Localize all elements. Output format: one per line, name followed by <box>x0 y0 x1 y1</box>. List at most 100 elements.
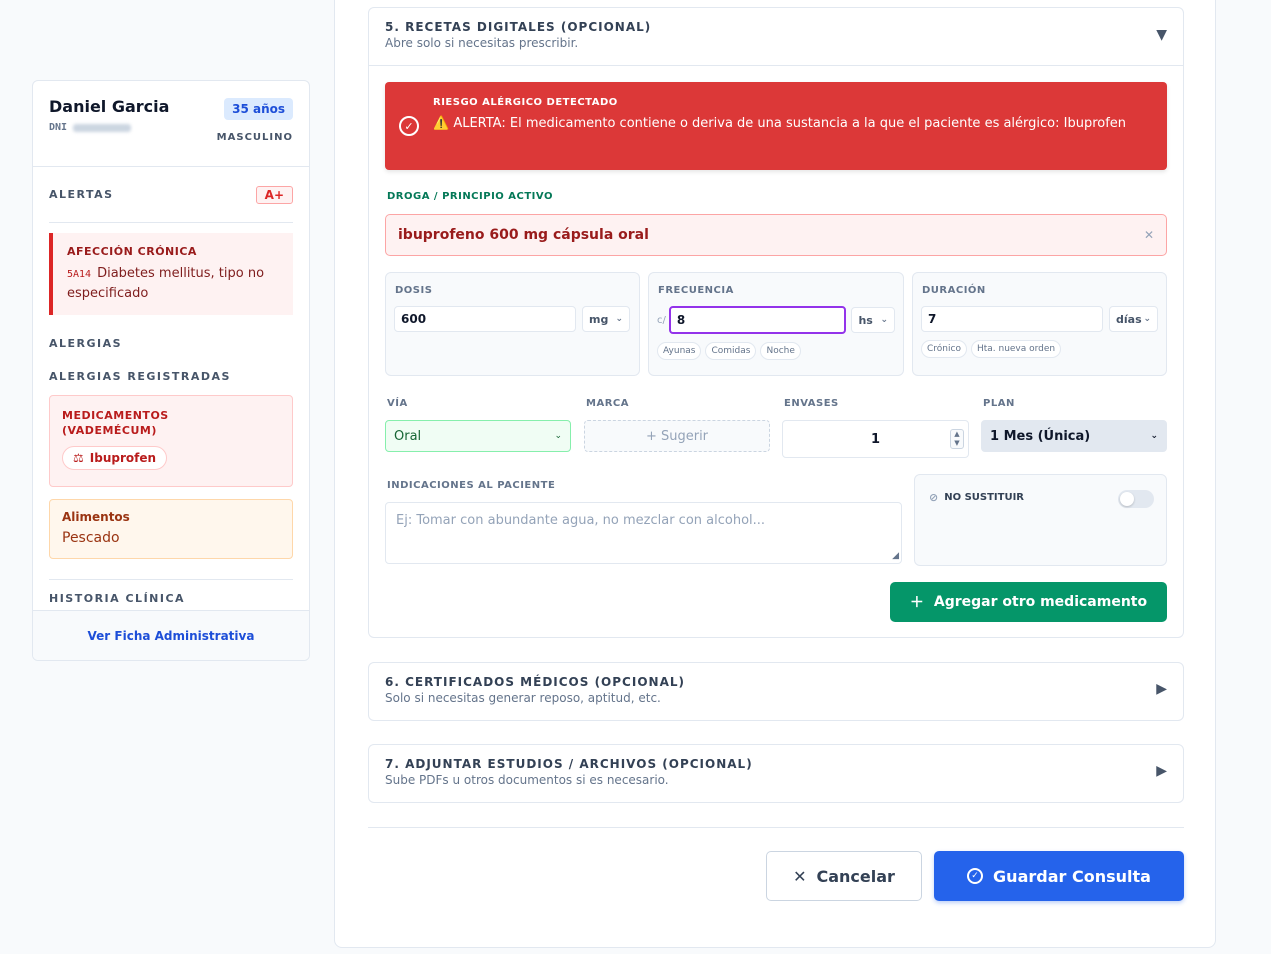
clear-drug-icon[interactable]: ✕ <box>1144 228 1154 242</box>
save-label: Guardar Consulta <box>993 866 1151 886</box>
duration-unit-value: días <box>1116 312 1142 326</box>
prescriptions-section: 5. RECETAS DIGITALES (OPCIONAL) Abre sol… <box>368 7 1184 638</box>
duration-unit-select[interactable]: días ⌄ <box>1109 306 1158 332</box>
collapse-arrow-icon[interactable]: ▼ <box>1156 27 1167 43</box>
patient-sidebar: Daniel Garcia DNI 35 años MASCULINO ALER… <box>32 80 310 661</box>
duration-card: DURACIÓN 7 días ⌄ Crónico Hta. nueva ord… <box>912 272 1167 376</box>
food-allergies-box: Alimentos Pescado <box>49 499 293 559</box>
ban-icon: ⊘ <box>929 491 939 504</box>
certificates-section[interactable]: 6. CERTIFICADOS MÉDICOS (OPCIONAL) Solo … <box>368 662 1184 721</box>
certificates-subtitle: Solo si necesitas generar reposo, aptitu… <box>385 691 661 705</box>
attachments-header[interactable]: 7. ADJUNTAR ESTUDIOS / ARCHIVOS (OPCIONA… <box>369 745 1183 802</box>
chip-ayunas[interactable]: Ayunas <box>657 342 702 360</box>
plan-select[interactable]: 1 Mes (Única) ⌄ <box>981 420 1167 452</box>
stepper-icon[interactable]: ▲ ▼ <box>950 429 964 449</box>
no-substitute-label: NO SUSTITUIR <box>944 492 1024 503</box>
suggest-brand-button[interactable]: + Sugerir <box>584 420 770 452</box>
plus-icon: ＋ <box>909 595 924 611</box>
chevron-down-icon: ⌄ <box>880 315 888 325</box>
sidebar-footer: Ver Ficha Administrativa <box>33 610 309 660</box>
prescriptions-subtitle: Abre solo si necesitas prescribir. <box>385 36 579 50</box>
certificates-header[interactable]: 6. CERTIFICADOS MÉDICOS (OPCIONAL) Solo … <box>369 663 1183 720</box>
clinical-history-title: HISTORIA CLÍNICA <box>49 592 186 605</box>
frequency-unit-select[interactable]: hs ⌄ <box>851 307 895 333</box>
chevron-down-icon: ⌄ <box>1150 431 1158 441</box>
plan-value: 1 Mes (Única) <box>990 428 1091 444</box>
route-label: VÍA <box>387 398 408 409</box>
attachments-title: 7. ADJUNTAR ESTUDIOS / ARCHIVOS (OPCIONA… <box>385 757 753 771</box>
packs-input[interactable]: 1 ▲ ▼ <box>782 420 969 458</box>
dni-label: DNI <box>49 122 68 133</box>
instructions-textarea[interactable]: Ej: Tomar con abundante agua, no mezclar… <box>385 502 902 564</box>
route-value: Oral <box>394 428 422 444</box>
chronic-text: 5A14 Diabetes mellitus, tipo no especific… <box>67 264 279 303</box>
no-substitute-card: ⊘ NO SUSTITUIR <box>914 474 1167 566</box>
chronic-code: 5A14 <box>67 269 92 280</box>
patient-header: Daniel Garcia DNI 35 años MASCULINO <box>33 81 309 167</box>
admin-record-link[interactable]: Ver Ficha Administrativa <box>88 629 255 643</box>
drug-field[interactable]: ibuprofeno 600 mg cápsula oral ✕ <box>385 214 1167 256</box>
alert-message: ⚠️ ALERTA: El medicamento contiene o der… <box>433 116 1127 131</box>
chevron-down-icon: ⌄ <box>615 314 623 324</box>
dose-unit-select[interactable]: mg ⌄ <box>582 306 630 332</box>
dose-card: DOSIS 600 mg ⌄ <box>385 272 640 376</box>
duration-label: DURACIÓN <box>922 285 986 296</box>
alert-title: RIESGO ALÉRGICO DETECTADO <box>433 97 618 108</box>
chronic-description: Diabetes mellitus, tipo no especificado <box>67 266 265 301</box>
consultation-panel: 5. RECETAS DIGITALES (OPCIONAL) Abre sol… <box>334 0 1216 948</box>
certificates-title: 6. CERTIFICADOS MÉDICOS (OPCIONAL) <box>385 675 685 689</box>
drug-value: ibuprofeno 600 mg cápsula oral <box>398 227 649 243</box>
dose-input[interactable]: 600 <box>394 306 576 332</box>
prescriptions-title: 5. RECETAS DIGITALES (OPCIONAL) <box>385 20 652 34</box>
chevron-down-icon: ⌄ <box>1143 314 1151 324</box>
expand-arrow-icon[interactable]: ▶ <box>1156 763 1167 779</box>
patient-sex: MASCULINO <box>216 132 293 143</box>
medication-allergies-box: MEDICAMENTOS (VADEMÉCUM) ⚖ Ibuprofen <box>49 395 293 487</box>
food-allergies-title: Alimentos <box>62 510 130 524</box>
pill-icon: ⚖ <box>73 451 84 465</box>
dose-unit-value: mg <box>589 312 609 326</box>
allergies-title: ALERGIAS <box>49 337 123 350</box>
instructions-label: INDICACIONES AL PACIENTE <box>387 480 556 491</box>
frequency-prefix: c/ <box>657 314 666 326</box>
resize-grip-icon[interactable]: ◢ <box>892 551 899 561</box>
instructions-placeholder: Ej: Tomar con abundante agua, no mezclar… <box>396 513 766 528</box>
chronic-title: AFECCIÓN CRÓNICA <box>67 245 197 258</box>
allergy-pill: ⚖ Ibuprofen <box>62 446 168 470</box>
age-badge: 35 años <box>224 98 293 120</box>
actions-divider <box>368 827 1184 828</box>
allergy-alert-banner: ✓ RIESGO ALÉRGICO DETECTADO ⚠️ ALERTA: E… <box>385 82 1167 170</box>
check-circle-icon: ✓ <box>399 116 419 136</box>
attachments-section[interactable]: 7. ADJUNTAR ESTUDIOS / ARCHIVOS (OPCIONA… <box>368 744 1184 803</box>
prescriptions-body: ✓ RIESGO ALÉRGICO DETECTADO ⚠️ ALERTA: E… <box>369 65 1183 637</box>
alerts-title: ALERTAS <box>49 188 114 201</box>
save-consultation-button[interactable]: ✓ Guardar Consulta <box>934 851 1184 901</box>
registered-allergies-title: ALERGIAS REGISTRADAS <box>49 370 231 383</box>
frequency-chips: Ayunas Comidas Noche <box>657 342 895 360</box>
attachments-subtitle: Sube PDFs u otros documentos si es neces… <box>385 773 669 787</box>
chip-cronico[interactable]: Crónico <box>921 340 967 358</box>
prescriptions-header[interactable]: 5. RECETAS DIGITALES (OPCIONAL) Abre sol… <box>369 8 1183 65</box>
close-icon: ✕ <box>793 866 807 886</box>
frequency-card: FRECUENCIA c/ 8 hs ⌄ Ayunas Comidas Noch… <box>648 272 904 376</box>
cancel-button[interactable]: ✕ Cancelar <box>766 851 922 901</box>
add-medication-button[interactable]: ＋ Agregar otro medicamento <box>890 582 1167 622</box>
food-allergy-value: Pescado <box>62 530 120 546</box>
route-select[interactable]: Oral ⌄ <box>385 420 571 452</box>
drug-label: DROGA / PRINCIPIO ACTIVO <box>387 191 553 202</box>
chip-comidas[interactable]: Comidas <box>705 342 757 360</box>
cancel-label: Cancelar <box>816 866 895 886</box>
blood-type-badge: A+ <box>255 185 293 204</box>
expand-arrow-icon[interactable]: ▶ <box>1156 681 1167 697</box>
duration-chips: Crónico Hta. nueva orden <box>921 340 1158 358</box>
chip-noche[interactable]: Noche <box>760 342 801 360</box>
duration-input[interactable]: 7 <box>921 306 1103 332</box>
dose-label: DOSIS <box>395 285 433 296</box>
medication-allergies-title: MEDICAMENTOS (VADEMÉCUM) <box>62 409 169 437</box>
dni-redacted <box>73 123 132 132</box>
frequency-label: FRECUENCIA <box>658 285 734 296</box>
frequency-input[interactable]: 8 <box>668 306 847 334</box>
chip-nueva-orden[interactable]: Hta. nueva orden <box>970 340 1062 358</box>
no-substitute-toggle[interactable] <box>1118 490 1154 508</box>
brand-label: MARCA <box>586 398 629 409</box>
